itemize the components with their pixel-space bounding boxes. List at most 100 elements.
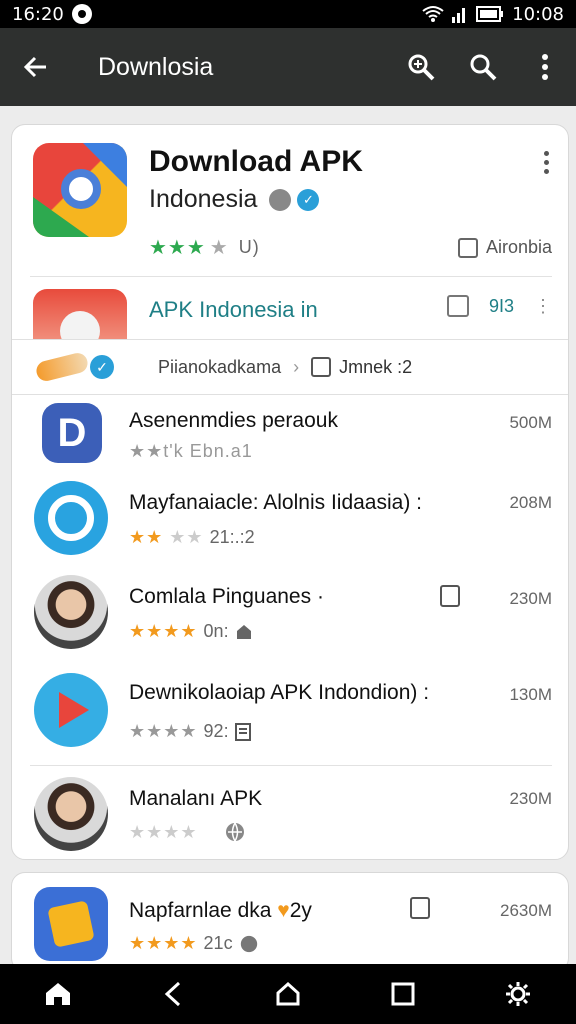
wifi-icon — [422, 6, 444, 22]
list-item-name: Mayfanaiacle: Alolnis Iidaasia) : — [129, 491, 422, 514]
list-item-meta-text: 0n: — [203, 621, 229, 641]
globe-icon — [240, 935, 257, 952]
app-list-card: Download APK Indonesia ✓ ★★★ ★ U) Aironb… — [11, 124, 569, 860]
hero-tag-label: Aironbia — [485, 237, 552, 257]
recents-button[interactable] — [258, 964, 318, 1024]
hero-app[interactable]: Download APK Indonesia ✓ ★★★ ★ U) Aironb… — [12, 125, 568, 277]
rating-stars: ★★★★ — [129, 621, 198, 641]
list-item-size: 230M — [509, 589, 552, 608]
list-item-name-suffix: 2y — [289, 899, 312, 922]
home-button[interactable] — [28, 964, 88, 1024]
app-icon — [33, 143, 127, 237]
globe-icon — [269, 188, 292, 211]
nav-back-button[interactable] — [143, 964, 203, 1024]
breadcrumb-item-2[interactable]: Jmnek :2 — [339, 357, 412, 378]
list-item[interactable]: Comlala Pinguanes · ★★★★ 0n: 230M — [12, 571, 568, 667]
search-button[interactable] — [452, 28, 514, 106]
list-item-name-text: Napfarnlae dka — [129, 899, 272, 922]
list-item-name: Napfarnlae dka ♥2y — [129, 899, 312, 923]
rating-stars: ★★★ — [149, 237, 206, 259]
verified-icon: ✓ — [297, 188, 320, 211]
overflow-menu-button[interactable] — [514, 28, 576, 106]
app-name: Download APK — [149, 145, 363, 178]
featured-row[interactable]: APK Indonesia in 9I3 ⋮ — [12, 277, 568, 349]
app-icon-play2 — [34, 887, 108, 961]
check-icon: ✓ — [90, 355, 114, 379]
document-icon — [311, 357, 332, 377]
document-icon — [234, 722, 251, 741]
back-icon — [164, 981, 180, 1007]
list-item[interactable]: Napfarnlae dka ♥2y ★★★★ 21c 2630M — [12, 879, 568, 971]
swoosh-icon — [34, 351, 90, 383]
app-icon-play — [34, 673, 108, 747]
system-nav-bar — [0, 964, 576, 1024]
house-icon — [236, 624, 251, 639]
list-item-name: Dewnikolaoiap APK Indondion) : — [129, 681, 430, 704]
list-item-meta-text: 21c — [203, 933, 233, 953]
back-button[interactable] — [0, 28, 72, 106]
list-item-meta-text: 21:.:2 — [209, 527, 255, 547]
list-item-name: Asenenmdies peraouk — [129, 409, 338, 432]
avatar — [34, 575, 108, 649]
avatar — [34, 777, 108, 851]
notification-icon — [71, 4, 92, 24]
app-icon-ring — [34, 481, 108, 555]
list-item-meta: ★★ ★★ 21:.:2 — [129, 527, 255, 548]
rating-star-empty: ★ — [209, 237, 229, 259]
arrow-left-icon — [23, 56, 46, 78]
rating-stars: ★★★★ — [129, 933, 198, 953]
featured-count: 9I3 — [488, 295, 514, 316]
bookmark-icon[interactable] — [410, 897, 430, 919]
featured-more-icon[interactable]: ⋮ — [534, 296, 552, 317]
signal-icon — [452, 8, 466, 23]
bookmark-icon[interactable] — [446, 295, 469, 317]
list-item-name: Manalanı APK — [129, 787, 263, 810]
hero-more-button[interactable] — [544, 151, 552, 178]
zoom-search-button[interactable] — [390, 28, 452, 106]
rating-stars: ★★★★ — [129, 721, 198, 741]
list-item-meta-text: ★★t'k Ebn.a1 — [129, 441, 253, 461]
rating-stars-empty: ★★ — [169, 527, 204, 547]
settings-button[interactable] — [488, 964, 548, 1024]
recents-icon — [276, 981, 300, 1006]
app-bar: Downlosia — [0, 28, 576, 106]
status-time-right: 10:08 — [512, 3, 564, 25]
list-item[interactable]: Dewnikolaoiap APK Indondion) : ★★★★ 92: … — [12, 669, 568, 765]
list-item[interactable]: Manalanı APK ★★★★ 230M — [12, 769, 568, 859]
more-vert-icon — [542, 54, 548, 80]
list-item-meta: ★★★★ 92: — [129, 721, 251, 742]
list-item-meta-text: 92: — [203, 721, 229, 741]
featured-title: APK Indonesia in — [149, 297, 318, 322]
app-list-card-2: Napfarnlae dka ♥2y ★★★★ 21c 2630M — [11, 872, 569, 972]
list-item-size: 130M — [509, 685, 552, 704]
square-button[interactable] — [373, 964, 433, 1024]
globe-icon — [225, 822, 244, 843]
hero-rating: ★★★ ★ U) — [149, 235, 260, 260]
status-time-left: 16:20 — [12, 3, 64, 25]
list-item-meta: ★★★★ 0n: — [129, 621, 253, 642]
bookmark-icon[interactable] — [440, 585, 460, 607]
page-title: Downlosia — [98, 52, 214, 81]
list-item-meta: ★★★★ 21c — [129, 933, 259, 954]
square-icon — [391, 982, 415, 1006]
battery-icon — [476, 6, 504, 22]
rating-count: U) — [238, 237, 260, 257]
list-item-size: 208M — [509, 493, 552, 512]
list-item-size: 2630M — [500, 901, 552, 920]
divider — [30, 765, 552, 766]
breadcrumb-item-1[interactable]: Piianokadkama — [158, 357, 281, 378]
app-subtitle-text: Indonesia — [149, 185, 258, 213]
list-item[interactable]: Mayfanaiacle: Alolnis Iidaasia) : ★★ ★★ … — [12, 475, 568, 571]
breadcrumb: ✓ Piianokadkama › Jmnek :2 — [12, 339, 568, 395]
list-item-size: 230M — [509, 789, 552, 808]
list-item-size: 500M — [509, 413, 552, 432]
settings-icon — [506, 982, 531, 1006]
app-subtitle: Indonesia ✓ — [149, 185, 320, 214]
hero-tag[interactable]: Aironbia — [457, 237, 552, 258]
app-icon-d: D — [42, 403, 102, 463]
list-item-meta: ★★★★ — [129, 821, 246, 843]
tag-checkbox-icon — [457, 237, 478, 258]
status-bar: 16:20 10:08 — [0, 0, 576, 28]
chevron-right-icon: › — [293, 356, 300, 377]
list-item-meta: ★★t'k Ebn.a1 — [129, 441, 253, 462]
